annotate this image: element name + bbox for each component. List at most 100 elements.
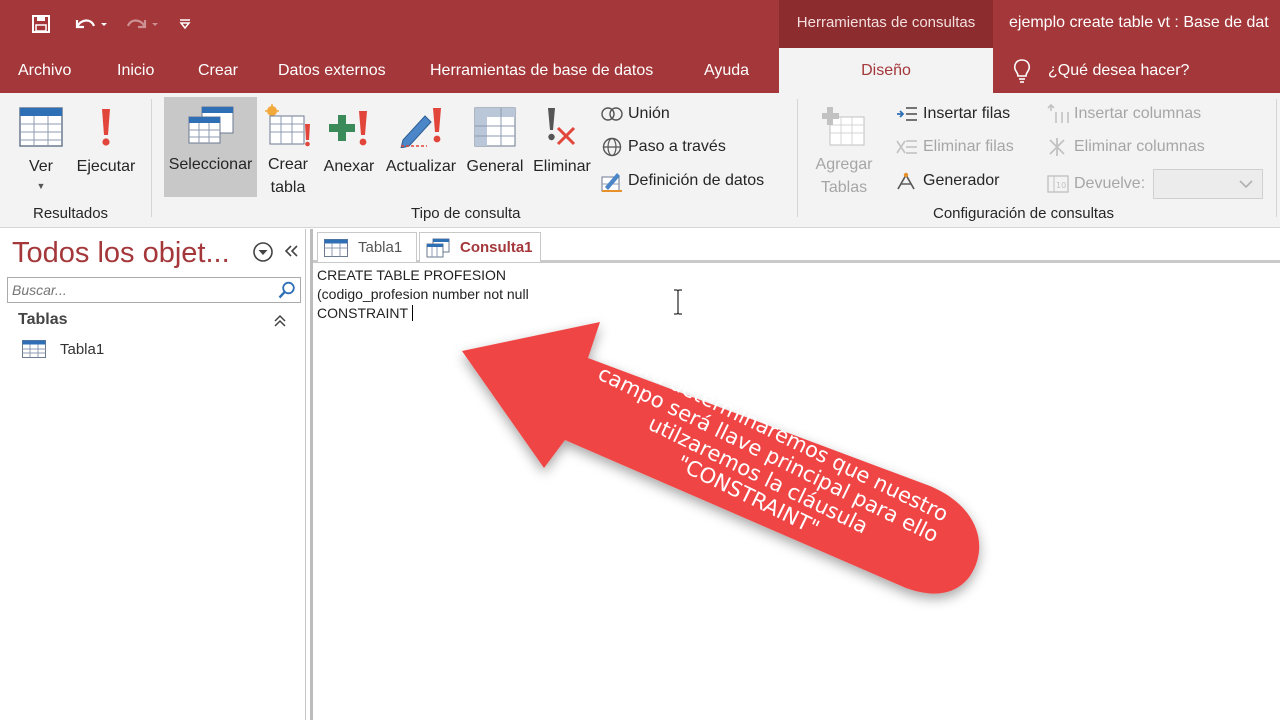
- tab-diseno[interactable]: Diseño: [779, 48, 993, 95]
- ver-button[interactable]: Ver ▼: [10, 99, 72, 199]
- delete-columns-icon: [1046, 136, 1070, 158]
- save-icon[interactable]: [28, 12, 54, 36]
- text-caret: [411, 305, 413, 321]
- tab-datos-externos[interactable]: Datos externos: [278, 48, 386, 93]
- window-title: ejemplo create table vt : Base de dat: [1009, 14, 1269, 31]
- title-bar: Herramientas de consultas ejemplo create…: [0, 0, 1280, 48]
- definicion-label: Definición de datos: [628, 172, 765, 189]
- devuelve-label: Devuelve:: [1074, 175, 1146, 192]
- eliminar-button[interactable]: Eliminar: [528, 99, 596, 199]
- document-tabs: Tabla1 Consulta1: [313, 229, 1280, 263]
- datasheet-view-icon: [19, 99, 63, 155]
- search-box: [7, 277, 301, 303]
- builder-wand-icon: [895, 170, 919, 192]
- search-input[interactable]: [8, 278, 272, 302]
- insertar-filas-label: Insertar filas: [923, 105, 1011, 122]
- devuelve-dropdown: [1153, 169, 1264, 199]
- paso-label: Paso a través: [628, 138, 726, 155]
- redo-icon: [121, 12, 161, 36]
- ejecutar-button[interactable]: Ejecutar: [72, 99, 140, 199]
- sql-line: CREATE TABLE PROFESION: [317, 267, 507, 283]
- text-cursor-icon: [673, 289, 683, 320]
- sql-editor[interactable]: CREATE TABLE PROFESION (codigo_profesion…: [317, 266, 1277, 716]
- tabla-label: tabla: [270, 179, 306, 196]
- definicion-datos-button[interactable]: Definición de datos: [600, 170, 764, 192]
- nav-menu-dropdown-icon[interactable]: [252, 241, 274, 268]
- nav-item-tabla1[interactable]: Tabla1: [22, 340, 104, 358]
- group-label-resultados: Resultados: [33, 205, 109, 222]
- ribbon: Ver ▼ Ejecutar Resultados Seleccionar Cr…: [0, 93, 1280, 228]
- document-area: Tabla1 Consulta1 CREATE TABLE PROFESION …: [310, 229, 1280, 720]
- group-label-tipo-consulta: Tipo de consulta: [411, 205, 521, 222]
- nav-item-label: Tabla1: [60, 340, 105, 358]
- sql-line: (codigo_profesion number not null: [317, 286, 529, 302]
- eliminar-label: Eliminar: [533, 158, 591, 175]
- union-button[interactable]: Unión: [600, 103, 670, 125]
- group-divider: [797, 99, 798, 217]
- data-definition-icon: [600, 170, 624, 192]
- sql-line: CONSTRAINT: [317, 305, 412, 321]
- group-divider: [151, 99, 152, 217]
- anexar-label: Anexar: [323, 158, 375, 175]
- tab-ayuda[interactable]: Ayuda: [704, 48, 749, 93]
- tab-inicio[interactable]: Inicio: [117, 48, 154, 93]
- seleccionar-label: Seleccionar: [168, 156, 253, 173]
- eliminar-columnas-label: Eliminar columnas: [1074, 138, 1205, 155]
- tab-consulta1-label: Consulta1: [460, 239, 533, 256]
- chevron-down-icon: [1239, 180, 1253, 189]
- anexar-button[interactable]: Anexar: [318, 99, 380, 199]
- tab-herramientas-bd[interactable]: Herramientas de base de datos: [430, 48, 653, 93]
- actualizar-label: Actualizar: [385, 158, 457, 175]
- eliminar-filas-button: Eliminar filas: [895, 136, 1014, 158]
- crear-tabla-button[interactable]: Crear tabla: [260, 99, 316, 199]
- tab-tabla1-label: Tabla1: [358, 239, 403, 256]
- nav-group-tablas[interactable]: Tablas: [18, 311, 68, 329]
- general-button[interactable]: General: [464, 99, 526, 199]
- seleccionar-button[interactable]: Seleccionar: [164, 97, 257, 197]
- add-table-icon: [822, 99, 866, 153]
- actualizar-button[interactable]: Actualizar: [380, 99, 462, 199]
- eliminar-filas-label: Eliminar filas: [923, 138, 1014, 155]
- ver-label: Ver: [28, 158, 53, 175]
- table-icon: [22, 340, 46, 358]
- globe-icon: [600, 136, 624, 158]
- insertar-filas-button[interactable]: Insertar filas: [895, 103, 1010, 125]
- tell-me-box[interactable]: ¿Qué desea hacer?: [1012, 48, 1189, 93]
- run-exclamation-icon: [98, 99, 114, 155]
- insert-rows-icon: [895, 103, 919, 125]
- select-query-icon: [188, 97, 234, 153]
- search-icon[interactable]: [274, 278, 300, 302]
- general-label: General: [466, 158, 524, 175]
- svg-text:10: 10: [1056, 181, 1066, 190]
- collapse-pane-icon[interactable]: [283, 243, 299, 264]
- tab-tabla1[interactable]: Tabla1: [317, 232, 417, 262]
- generador-button[interactable]: Generador: [895, 170, 1000, 192]
- query-icon: [426, 238, 450, 258]
- collapse-group-icon[interactable]: [273, 314, 287, 333]
- navigation-pane: Todos los objet... Tablas Tabla1: [0, 229, 306, 720]
- paso-a-traves-button[interactable]: Paso a través: [600, 136, 726, 158]
- agregar-tablas-button: Agregar Tablas: [810, 99, 878, 199]
- undo-icon[interactable]: [70, 12, 110, 36]
- customize-qat-icon[interactable]: [174, 12, 196, 36]
- tell-me-label: ¿Qué desea hacer?: [1048, 61, 1190, 79]
- devuelve-control: 10 Devuelve:: [1046, 169, 1264, 199]
- sql-line-with-caret: CONSTRAINT: [317, 304, 1277, 323]
- insert-columns-icon: [1046, 103, 1070, 125]
- make-table-icon: [264, 99, 312, 153]
- generador-label: Generador: [923, 172, 1000, 189]
- delete-x-icon: [544, 99, 580, 155]
- tab-archivo[interactable]: Archivo: [18, 48, 71, 93]
- eliminar-columnas-button: Eliminar columnas: [1046, 136, 1205, 158]
- ejecutar-label: Ejecutar: [76, 158, 136, 175]
- query-tools-context-label: Herramientas de consultas: [779, 0, 993, 48]
- tab-crear[interactable]: Crear: [198, 48, 238, 93]
- lightbulb-icon: [1012, 58, 1032, 84]
- tab-consulta1[interactable]: Consulta1: [419, 232, 541, 262]
- agregar-label: Agregar: [815, 156, 873, 173]
- update-pencil-icon: [397, 99, 445, 155]
- crear-label: Crear: [267, 156, 308, 173]
- nav-pane-title[interactable]: Todos los objet...: [12, 237, 230, 270]
- tablas-label: Tablas: [820, 179, 868, 196]
- append-plus-icon: [327, 99, 371, 155]
